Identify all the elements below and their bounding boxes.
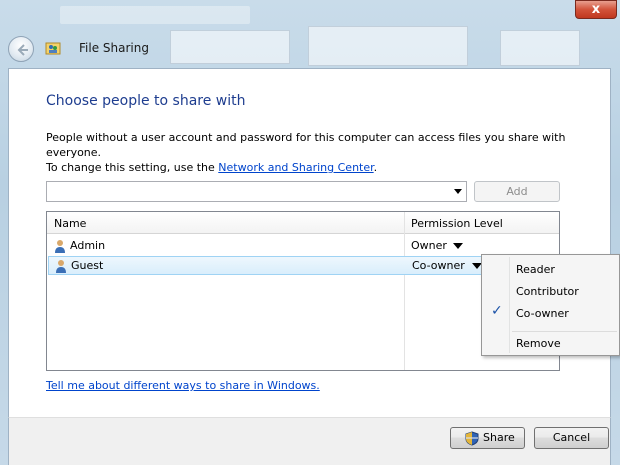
- user-icon: [56, 260, 66, 273]
- dropdown-arrow-icon[interactable]: [454, 189, 462, 194]
- menu-gutter: [509, 257, 510, 353]
- add-button[interactable]: Add: [474, 181, 560, 202]
- check-icon: ✓: [491, 303, 503, 319]
- menu-item-co-owner[interactable]: Co-owner: [516, 307, 569, 320]
- column-header-name[interactable]: Name: [54, 217, 86, 230]
- menu-item-reader[interactable]: Reader: [516, 263, 555, 276]
- user-icon: [55, 240, 65, 253]
- column-header-permission[interactable]: Permission Level: [411, 217, 503, 230]
- background-window: [308, 26, 468, 66]
- description: People without a user account and passwo…: [46, 130, 606, 175]
- page-title: Choose people to share with: [46, 93, 246, 109]
- network-sharing-center-link[interactable]: Network and Sharing Center: [218, 161, 373, 174]
- description-punctuation: .: [373, 161, 378, 174]
- permission-dropdown-icon[interactable]: [453, 243, 463, 249]
- list-header: Name Permission Level: [47, 212, 559, 234]
- sharing-panel: Choose people to share with People witho…: [8, 68, 611, 417]
- uac-shield-icon: [465, 431, 479, 446]
- background-window: [500, 30, 580, 66]
- share-help-link[interactable]: Tell me about different ways to share in…: [46, 379, 320, 392]
- menu-item-remove[interactable]: Remove: [516, 337, 561, 350]
- menu-item-contributor[interactable]: Contributor: [516, 285, 579, 298]
- description-line: To change this setting, use the: [46, 161, 219, 174]
- background-window: [170, 30, 290, 64]
- description-line: People without a user account and passwo…: [46, 131, 566, 159]
- permission-level[interactable]: Owner: [411, 239, 447, 252]
- close-icon: x: [591, 2, 601, 17]
- window-title: File Sharing: [79, 41, 149, 55]
- menu-separator: [512, 331, 617, 332]
- permission-level[interactable]: Co-owner: [412, 259, 465, 272]
- close-button[interactable]: x: [575, 0, 617, 19]
- file-sharing-icon: [45, 42, 61, 55]
- user-combobox[interactable]: [46, 181, 467, 202]
- share-button-label: Share: [483, 431, 515, 444]
- share-button[interactable]: Share: [450, 427, 525, 449]
- cancel-button[interactable]: Cancel: [534, 427, 609, 449]
- background-blur: [60, 6, 250, 24]
- permission-context-menu: Reader Contributor ✓ Co-owner Remove: [481, 254, 620, 356]
- user-name: Guest: [71, 259, 104, 272]
- back-button[interactable]: [8, 36, 34, 62]
- dialog-footer: Share Cancel: [8, 417, 611, 465]
- column-divider: [404, 212, 405, 370]
- user-name: Admin: [70, 239, 106, 252]
- back-arrow-icon: [17, 44, 28, 56]
